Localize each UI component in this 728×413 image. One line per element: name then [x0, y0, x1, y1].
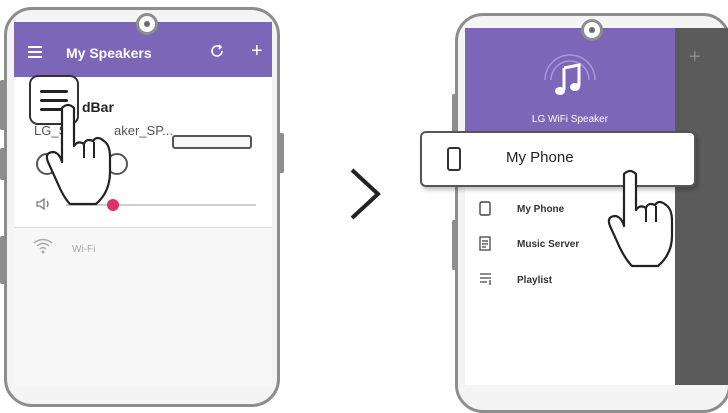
hand-pointer-icon: [45, 103, 112, 206]
music-note-logo-icon: [544, 54, 596, 95]
left-phone-camera-notch: [136, 13, 158, 35]
left-phone-side-button: [0, 148, 5, 180]
wifi-icon: [32, 237, 54, 260]
drawer-header: LG WiFi Speaker: [465, 28, 675, 148]
add-icon: +: [689, 46, 701, 68]
right-phone-side-button: [452, 94, 457, 134]
phone-icon: [447, 147, 461, 171]
menu-item-my-phone[interactable]: My Phone: [517, 204, 564, 215]
dimmed-background[interactable]: +: [675, 28, 728, 385]
music-server-icon: [479, 236, 493, 254]
arrow-chevron-icon: [350, 168, 381, 220]
wifi-label: Wi-Fi: [72, 244, 96, 255]
menu-item-music-server[interactable]: Music Server: [517, 239, 579, 250]
hand-pointer-icon: [607, 169, 674, 268]
right-phone-side-button: [452, 220, 457, 270]
right-phone-camera-notch: [581, 19, 603, 41]
menu-item-playlist[interactable]: Playlist: [517, 275, 552, 286]
add-icon[interactable]: +: [251, 40, 263, 63]
left-phone-side-button: [278, 133, 284, 173]
menu-icon[interactable]: [28, 46, 42, 58]
playlist-icon: [479, 272, 493, 289]
menu-bar: [40, 90, 68, 93]
left-phone-side-button: [0, 236, 5, 284]
refresh-icon[interactable]: [208, 42, 226, 65]
device-subtitle: aker_SP...: [114, 123, 174, 138]
callout-label: My Phone: [506, 149, 574, 166]
drawer-title: LG WiFi Speaker: [531, 114, 609, 125]
right-phone-screen: LG WiFi Speaker + My Phone Music Server …: [465, 28, 728, 385]
phone-icon: [479, 201, 491, 219]
app-title: My Speakers: [66, 45, 152, 61]
device-pill-button[interactable]: [172, 135, 252, 149]
left-phone-side-button: [0, 80, 5, 130]
